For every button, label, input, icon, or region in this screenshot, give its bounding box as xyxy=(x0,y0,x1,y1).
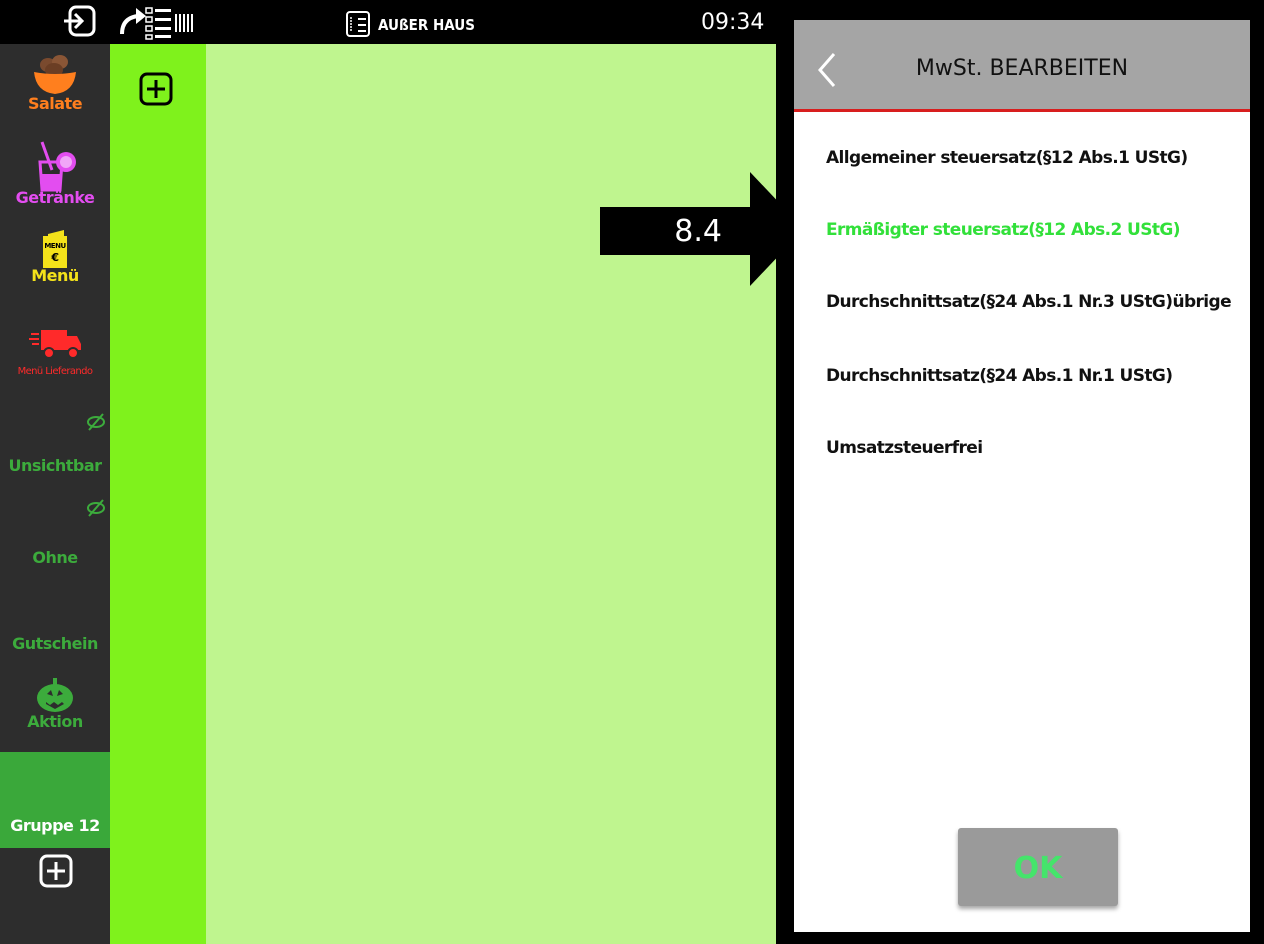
mode-label[interactable]: AUßER HAUS xyxy=(378,16,475,34)
redirect-list-icon[interactable] xyxy=(118,4,198,40)
tax-option-ermaessigt[interactable]: Ermäßigter steuersatz(§12 Abs.2 UStG) xyxy=(826,220,1181,240)
pumpkin-icon xyxy=(37,678,73,712)
top-bar: AUßER HAUS 09:34 xyxy=(0,0,780,44)
plus-box-icon[interactable] xyxy=(39,854,73,888)
tax-option-durchschnitt-nr3[interactable]: Durchschnittsatz(§24 Abs.1 Nr.3 UStG)übr… xyxy=(826,292,1232,312)
svg-text:€: € xyxy=(50,251,58,264)
dialog-header: MwSt. BEARBEITEN xyxy=(794,20,1250,112)
ok-button[interactable]: OK xyxy=(958,828,1118,906)
category-unsichtbar[interactable]: Unsichtbar xyxy=(0,406,110,475)
category-label: Aktion xyxy=(27,712,83,731)
category-sidebar: Salate Getränke MENU € Menü Menü Liefera… xyxy=(0,44,110,944)
category-label: Gutschein xyxy=(12,634,98,653)
category-gruppe-12[interactable]: Gruppe 12 xyxy=(0,752,110,848)
order-list-icon[interactable] xyxy=(345,10,371,38)
category-ohne[interactable]: Ohne xyxy=(0,496,110,567)
item-column xyxy=(110,44,206,944)
exit-icon[interactable] xyxy=(60,4,98,40)
menu-card-icon: MENU € xyxy=(43,230,67,268)
category-aktion[interactable]: Aktion xyxy=(0,676,110,731)
plus-box-icon[interactable] xyxy=(139,72,173,106)
eye-slash-icon xyxy=(87,413,105,431)
salad-bowl-icon xyxy=(34,55,76,94)
mwst-dialog: MwSt. BEARBEITEN Allgemeiner steuersatz(… xyxy=(794,20,1250,932)
tax-option-allgemein[interactable]: Allgemeiner steuersatz(§12 Abs.1 UStG) xyxy=(826,148,1188,168)
category-gutschein[interactable]: Gutschein xyxy=(0,634,110,653)
drink-icon xyxy=(38,141,76,192)
annotation-text: 8.4 xyxy=(674,214,722,249)
category-label: Getränke xyxy=(15,188,95,207)
category-menue[interactable]: MENU € Menü xyxy=(0,228,110,285)
category-label: Gruppe 12 xyxy=(10,816,100,835)
category-label: Menü Lieferando xyxy=(17,366,93,377)
category-salate[interactable]: Salate xyxy=(0,50,110,113)
clock-time: 09:34 xyxy=(701,10,765,35)
eye-slash-icon xyxy=(87,499,105,517)
category-menue-lieferando[interactable]: Menü Lieferando xyxy=(0,326,110,377)
main-content-area xyxy=(206,44,776,944)
category-label: Salate xyxy=(27,94,83,113)
annotation-label: 8.4 xyxy=(600,207,752,255)
category-label: Menü xyxy=(31,266,79,285)
category-getraenke[interactable]: Getränke xyxy=(0,140,110,207)
svg-text:MENU: MENU xyxy=(44,242,66,250)
tax-option-durchschnitt-nr1[interactable]: Durchschnittsatz(§24 Abs.1 Nr.1 UStG) xyxy=(826,366,1173,386)
delivery-truck-icon xyxy=(29,330,81,359)
tax-option-steuerfrei[interactable]: Umsatzsteuerfrei xyxy=(826,438,983,458)
dialog-title: MwSt. BEARBEITEN xyxy=(915,56,1129,81)
